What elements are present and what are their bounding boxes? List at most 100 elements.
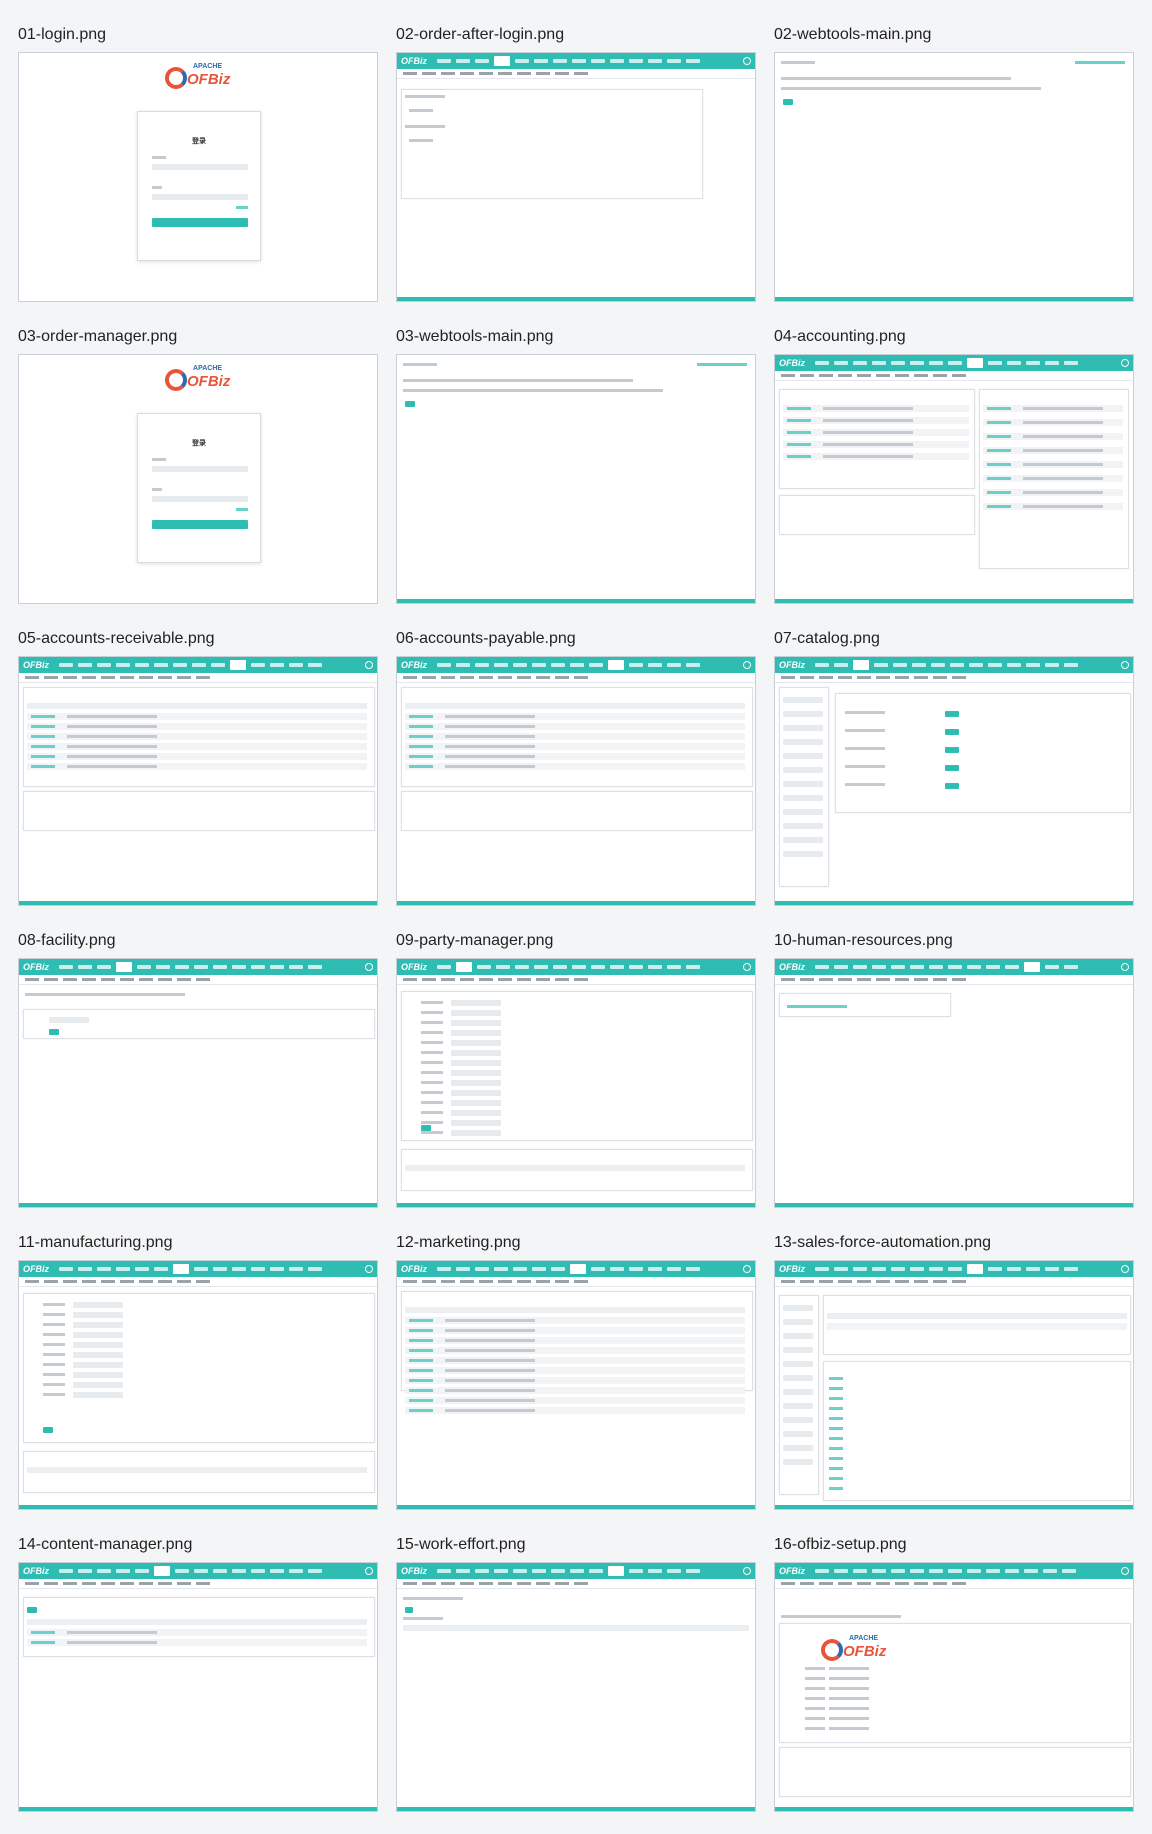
form-input[interactable] xyxy=(73,1352,123,1358)
list-link[interactable] xyxy=(829,1407,843,1410)
nav-menu-item[interactable] xyxy=(251,1267,265,1271)
nav-menu-item[interactable] xyxy=(929,1267,943,1271)
nav-menu-item[interactable] xyxy=(815,1267,829,1271)
side-input[interactable] xyxy=(783,767,823,773)
form-input[interactable] xyxy=(451,1120,501,1126)
nav-menu-item[interactable] xyxy=(475,663,489,667)
form-input[interactable] xyxy=(73,1362,123,1368)
sub-nav-item[interactable] xyxy=(555,1280,569,1283)
nav-menu-item[interactable] xyxy=(1045,965,1059,969)
forgot-password-link[interactable] xyxy=(236,206,248,209)
nav-menu-item[interactable] xyxy=(1064,965,1078,969)
ofbiz-nav-logo[interactable]: OFBiz xyxy=(779,358,805,368)
row-link[interactable] xyxy=(987,407,1011,410)
sub-nav-item[interactable] xyxy=(914,676,928,679)
list-link[interactable] xyxy=(829,1397,843,1400)
sub-nav-item[interactable] xyxy=(422,72,436,75)
form-input[interactable] xyxy=(73,1342,123,1348)
search-button[interactable] xyxy=(421,1125,431,1131)
sub-nav-item[interactable] xyxy=(819,374,833,377)
nav-menu-item[interactable] xyxy=(553,59,567,63)
sub-nav-item[interactable] xyxy=(800,1582,814,1585)
nav-menu-item[interactable] xyxy=(872,965,886,969)
company-node-link[interactable] xyxy=(787,1005,847,1008)
nav-menu-item[interactable] xyxy=(815,361,829,365)
sub-nav-item[interactable] xyxy=(895,676,909,679)
sub-nav-item[interactable] xyxy=(139,1280,153,1283)
nav-menu-item[interactable] xyxy=(213,1267,227,1271)
sub-nav-item[interactable] xyxy=(517,1280,531,1283)
screenshot-thumbnail[interactable]: OFBiz xyxy=(396,1260,756,1510)
row-link[interactable] xyxy=(409,1329,433,1332)
sub-nav-item[interactable] xyxy=(158,1280,172,1283)
nav-menu-item[interactable] xyxy=(289,965,303,969)
list-link[interactable] xyxy=(829,1417,843,1420)
nav-menu-item[interactable] xyxy=(515,59,529,63)
nav-menu-item[interactable] xyxy=(308,1569,322,1573)
user-icon[interactable] xyxy=(743,1265,751,1273)
ofbiz-nav-logo[interactable]: OFBiz xyxy=(401,962,427,972)
sub-nav-item[interactable] xyxy=(63,978,77,981)
form-input[interactable] xyxy=(451,1100,501,1106)
nav-menu-item[interactable] xyxy=(456,1569,470,1573)
search-button[interactable] xyxy=(43,1427,53,1433)
user-icon[interactable] xyxy=(743,963,751,971)
sub-nav-item[interactable] xyxy=(441,1582,455,1585)
nav-menu-item[interactable] xyxy=(78,1569,92,1573)
nav-menu-item[interactable] xyxy=(437,1569,451,1573)
form-input[interactable] xyxy=(73,1312,123,1318)
sub-nav-item[interactable] xyxy=(177,978,191,981)
sub-nav-item[interactable] xyxy=(876,1582,890,1585)
nav-menu-item[interactable] xyxy=(308,1267,322,1271)
sub-nav-item[interactable] xyxy=(441,1280,455,1283)
sub-nav-item[interactable] xyxy=(63,1582,77,1585)
sub-nav-item[interactable] xyxy=(819,978,833,981)
form-input[interactable] xyxy=(451,1030,501,1036)
sub-nav-item[interactable] xyxy=(403,1280,417,1283)
nav-menu-item[interactable] xyxy=(437,965,451,969)
sub-nav-item[interactable] xyxy=(460,72,474,75)
nav-menu-item[interactable] xyxy=(834,1267,848,1271)
sub-nav-item[interactable] xyxy=(876,1280,890,1283)
user-icon[interactable] xyxy=(1121,359,1129,367)
side-input[interactable] xyxy=(783,753,823,759)
nav-menu-item[interactable] xyxy=(853,965,867,969)
nav-menu-item[interactable] xyxy=(986,965,1000,969)
nav-menu-item[interactable] xyxy=(853,1267,867,1271)
screenshot-thumbnail[interactable] xyxy=(396,354,756,604)
nav-menu-item[interactable] xyxy=(78,965,92,969)
sub-nav-item[interactable] xyxy=(933,978,947,981)
row-link[interactable] xyxy=(409,1379,433,1382)
row-link[interactable] xyxy=(987,477,1011,480)
nav-menu-item[interactable] xyxy=(230,660,246,670)
sub-nav-item[interactable] xyxy=(63,676,77,679)
side-input[interactable] xyxy=(783,711,823,717)
nav-menu-item[interactable] xyxy=(251,1569,265,1573)
create-button[interactable] xyxy=(27,1607,37,1613)
nav-menu-item[interactable] xyxy=(929,361,943,365)
nav-menu-item[interactable] xyxy=(475,1267,489,1271)
sub-nav-item[interactable] xyxy=(895,1280,909,1283)
sub-nav-item[interactable] xyxy=(479,72,493,75)
sub-nav-item[interactable] xyxy=(403,676,417,679)
nav-menu-item[interactable] xyxy=(929,965,943,969)
nav-menu-item[interactable] xyxy=(551,663,565,667)
nav-menu-item[interactable] xyxy=(948,1267,962,1271)
sub-nav-item[interactable] xyxy=(422,676,436,679)
nav-menu-item[interactable] xyxy=(948,361,962,365)
nav-menu-item[interactable] xyxy=(1026,361,1040,365)
sub-nav-item[interactable] xyxy=(876,978,890,981)
webtools-login-button[interactable] xyxy=(783,99,793,105)
nav-menu-item[interactable] xyxy=(1007,1267,1021,1271)
nav-menu-item[interactable] xyxy=(608,660,624,670)
user-icon[interactable] xyxy=(365,963,373,971)
nav-menu-item[interactable] xyxy=(988,663,1002,667)
sub-nav-item[interactable] xyxy=(101,978,115,981)
user-icon[interactable] xyxy=(365,1567,373,1575)
list-link[interactable] xyxy=(829,1437,843,1440)
row-link[interactable] xyxy=(31,1631,55,1634)
sub-nav-item[interactable] xyxy=(158,1582,172,1585)
side-input[interactable] xyxy=(783,1445,813,1451)
row-link[interactable] xyxy=(409,1319,433,1322)
screenshot-thumbnail[interactable]: OFBiz xyxy=(774,958,1134,1208)
